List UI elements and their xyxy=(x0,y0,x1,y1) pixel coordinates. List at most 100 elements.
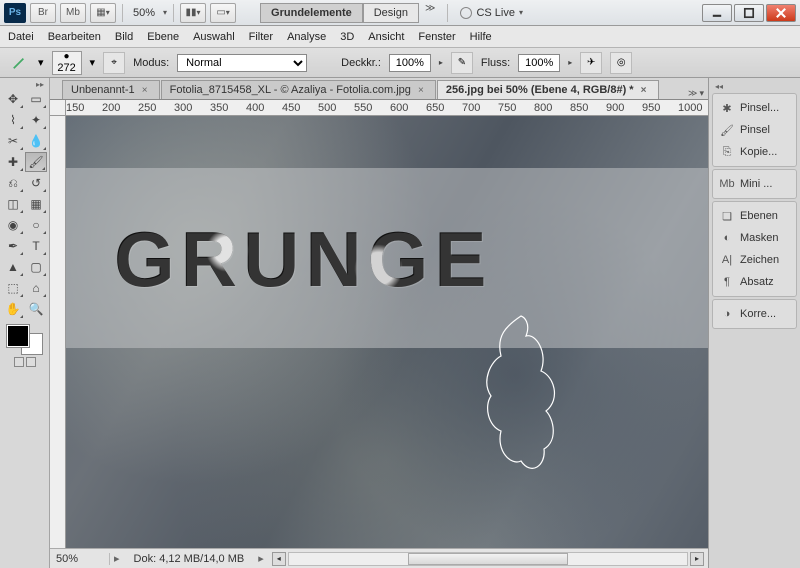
clone-stamp-tool[interactable]: ⎌ xyxy=(2,173,24,193)
spot-heal-tool[interactable]: ✚ xyxy=(2,152,24,172)
panel-paragraph[interactable]: ¶Absatz xyxy=(715,271,794,293)
document-tab[interactable]: 256.jpg bei 50% (Ebene 4, RGB/8#) *× xyxy=(437,80,659,99)
brush-preset-button[interactable]: ● 272 xyxy=(52,51,82,75)
cs-live-label: CS Live xyxy=(476,7,515,19)
close-icon[interactable]: × xyxy=(415,84,427,96)
ruler-tick: 300 xyxy=(174,102,192,114)
history-brush-tool[interactable]: ↺ xyxy=(25,173,47,193)
ruler-vertical[interactable] xyxy=(50,116,66,548)
type-tool[interactable]: T xyxy=(25,236,47,256)
shape-tool[interactable]: ▢ xyxy=(25,257,47,277)
tab-scroll-right-button[interactable]: ≫ xyxy=(688,88,697,99)
panel-clone-source[interactable]: ⎘Kopie... xyxy=(715,141,794,163)
horizontal-scrollbar[interactable]: ◂ ▸ xyxy=(268,552,708,566)
zoom-level[interactable]: 50% xyxy=(129,7,159,19)
opacity-field[interactable]: 100% xyxy=(389,54,431,72)
status-dropdown-icon[interactable]: ▸ xyxy=(254,552,268,565)
workspace-tab-grundelemente[interactable]: Grundelemente xyxy=(260,3,363,23)
zoom-tool[interactable]: 🔍 xyxy=(25,299,47,319)
ruler-tick: 250 xyxy=(138,102,156,114)
marquee-tool[interactable]: ▭ xyxy=(25,89,47,109)
menu-ansicht[interactable]: Ansicht xyxy=(368,31,404,43)
eyedropper-tool[interactable]: 💧 xyxy=(25,131,47,151)
flow-dropdown-icon[interactable]: ▸ xyxy=(568,58,572,67)
workspace-tab-design[interactable]: Design xyxy=(363,3,419,23)
menu-3d[interactable]: 3D xyxy=(340,31,354,43)
ruler-tick: 900 xyxy=(606,102,624,114)
close-icon[interactable]: × xyxy=(638,84,650,96)
layout-menu-button[interactable]: ▦▾ xyxy=(90,3,116,23)
eraser-tool[interactable]: ◫ xyxy=(2,194,24,214)
menu-filter[interactable]: Filter xyxy=(249,31,273,43)
menu-ebene[interactable]: Ebene xyxy=(147,31,179,43)
minimize-button[interactable] xyxy=(702,4,732,22)
magic-wand-tool[interactable]: ✦ xyxy=(25,110,47,130)
crop-tool[interactable]: ✂ xyxy=(2,131,24,151)
workspace-more-button[interactable]: ≫ xyxy=(419,3,441,23)
quickmask-button[interactable] xyxy=(14,357,24,367)
path-select-tool[interactable]: ▲ xyxy=(2,257,24,277)
scroll-right-button[interactable]: ▸ xyxy=(690,552,704,566)
panel-masks[interactable]: ◐Masken xyxy=(715,227,794,249)
panel-brush[interactable]: 🖌Pinsel xyxy=(715,119,794,141)
tablet-opacity-button[interactable]: ✎ xyxy=(451,52,473,74)
cs-live-button[interactable]: CS Live ▾ xyxy=(460,7,523,19)
status-docsize[interactable]: Dok: 4,12 MB/14,0 MB xyxy=(124,553,255,565)
blur-tool[interactable]: ◉ xyxy=(2,215,24,235)
bridge-button[interactable]: Br xyxy=(30,3,56,23)
foreground-color[interactable] xyxy=(7,325,29,347)
panel-minibridge[interactable]: MbMini ... xyxy=(715,173,794,195)
tab-menu-button[interactable]: ▾ xyxy=(699,88,704,99)
screenmode-button[interactable]: ▭▾ xyxy=(210,3,236,23)
maximize-button[interactable] xyxy=(734,4,764,22)
zoom-dropdown-icon[interactable]: ▾ xyxy=(163,8,167,17)
panel-layers[interactable]: ❏Ebenen xyxy=(715,205,794,227)
menu-fenster[interactable]: Fenster xyxy=(418,31,455,43)
scroll-left-button[interactable]: ◂ xyxy=(272,552,286,566)
airbrush-button[interactable]: ✈ xyxy=(580,52,602,74)
move-tool[interactable]: ✥ xyxy=(2,89,24,109)
arrange-button[interactable]: ▮▮▾ xyxy=(180,3,206,23)
ruler-horizontal[interactable]: 1502002503003504004505005506006507007508… xyxy=(50,100,708,116)
panel-collapse-button[interactable]: ◂◂ xyxy=(712,82,797,91)
opacity-dropdown-icon[interactable]: ▸ xyxy=(439,58,443,67)
toolbox-collapse-button[interactable]: ▸▸ xyxy=(2,80,47,89)
screenmode-toggle[interactable] xyxy=(26,357,36,367)
document-tab[interactable]: Fotolia_8715458_XL - © Azaliya - Fotolia… xyxy=(161,80,436,99)
3d-camera-tool[interactable]: ⌂ xyxy=(25,278,47,298)
status-zoom[interactable]: 50% xyxy=(50,553,110,565)
menu-bearbeiten[interactable]: Bearbeiten xyxy=(48,31,101,43)
current-tool-icon[interactable] xyxy=(8,52,30,74)
menu-analyse[interactable]: Analyse xyxy=(287,31,326,43)
close-icon[interactable]: × xyxy=(139,84,151,96)
ruler-tick: 1000 xyxy=(678,102,702,114)
scroll-thumb[interactable] xyxy=(408,553,567,565)
menu-auswahl[interactable]: Auswahl xyxy=(193,31,235,43)
status-menu-icon[interactable]: ▸ xyxy=(110,552,124,565)
minibridge-button[interactable]: Mb xyxy=(60,3,86,23)
dodge-tool[interactable]: ○ xyxy=(25,215,47,235)
menu-bild[interactable]: Bild xyxy=(115,31,133,43)
blend-mode-select[interactable]: Normal xyxy=(177,54,307,72)
panel-character[interactable]: A|Zeichen xyxy=(715,249,794,271)
color-swatch[interactable] xyxy=(7,325,43,355)
3d-tool[interactable]: ⬚ xyxy=(2,278,24,298)
brush-tool[interactable]: 🖌 xyxy=(25,152,47,172)
flow-field[interactable]: 100% xyxy=(518,54,560,72)
ruler-tick: 400 xyxy=(246,102,264,114)
pen-tool[interactable]: ✒ xyxy=(2,236,24,256)
paragraph-icon: ¶ xyxy=(719,274,735,290)
panel-brush-presets[interactable]: ✱Pinsel... xyxy=(715,97,794,119)
brush-panel-toggle-button[interactable]: ⌖ xyxy=(103,52,125,74)
menu-hilfe[interactable]: Hilfe xyxy=(470,31,492,43)
menu-datei[interactable]: Datei xyxy=(8,31,34,43)
close-button[interactable] xyxy=(766,4,796,22)
gradient-tool[interactable]: ▦ xyxy=(25,194,47,214)
tablet-size-button[interactable]: ◎ xyxy=(610,52,632,74)
hand-tool[interactable]: ✋ xyxy=(2,299,24,319)
panel-adjustments[interactable]: ◑Korre... xyxy=(715,303,794,325)
ruler-tick: 200 xyxy=(102,102,120,114)
canvas[interactable]: GRUNGE xyxy=(66,116,708,548)
document-tab[interactable]: Unbenannt-1× xyxy=(62,80,160,99)
lasso-tool[interactable]: ⌇ xyxy=(2,110,24,130)
